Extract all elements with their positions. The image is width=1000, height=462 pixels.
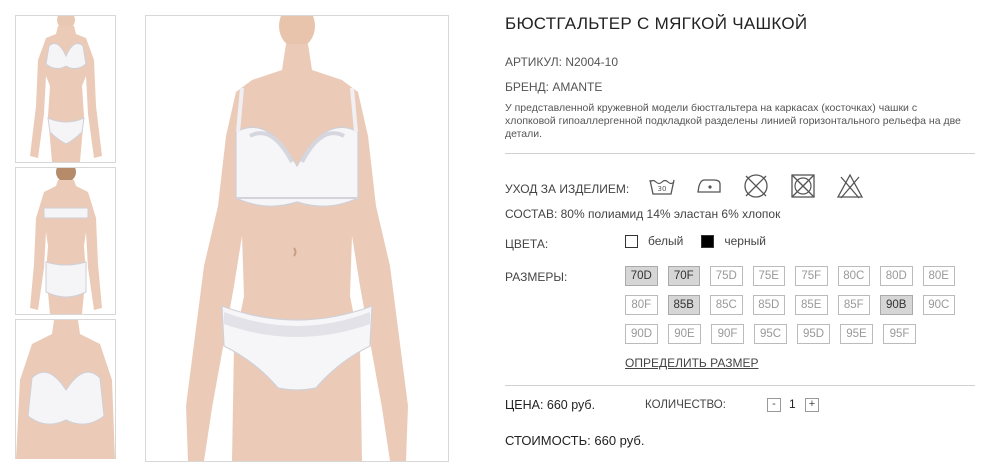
size-option-75D[interactable]: 75D bbox=[710, 266, 743, 286]
composition: СОСТАВ: 80% полиамид 14% эластан 6% хлоп… bbox=[505, 207, 781, 221]
divider bbox=[505, 385, 975, 386]
quantity-value[interactable]: 1 bbox=[789, 397, 796, 411]
color-options: белый черный bbox=[625, 234, 784, 248]
care-icons: 30 bbox=[648, 172, 883, 200]
size-option-95F[interactable]: 95F bbox=[883, 324, 916, 344]
care-label: УХОД ЗА ИЗДЕЛИЕМ: bbox=[505, 182, 630, 196]
size-option-80D[interactable]: 80D bbox=[880, 266, 913, 286]
size-option-75E[interactable]: 75E bbox=[752, 266, 785, 286]
size-option-95C[interactable]: 95C bbox=[754, 324, 787, 344]
no-bleach-icon bbox=[836, 172, 864, 200]
no-tumble-dry-icon bbox=[789, 172, 817, 200]
product-brand: БРЕНД: AMANTE bbox=[505, 80, 603, 94]
color-option-white[interactable]: белый bbox=[625, 234, 683, 248]
size-row: 70D 70F 75D 75E 75F 80C 80D 80E bbox=[625, 266, 965, 287]
size-option-70F[interactable]: 70F bbox=[667, 266, 700, 286]
color-option-black[interactable]: черный bbox=[701, 234, 766, 248]
size-option-80F[interactable]: 80F bbox=[625, 295, 658, 315]
thumbnail-back[interactable] bbox=[15, 167, 116, 315]
product-description: У представленной кружевной модели бюстга… bbox=[505, 102, 961, 140]
color-label-black: черный bbox=[724, 234, 766, 248]
thumbnail-front[interactable] bbox=[15, 15, 116, 163]
main-product-photo bbox=[145, 15, 449, 462]
photo-front-thumb bbox=[16, 16, 115, 162]
size-option-90E[interactable]: 90E bbox=[668, 324, 701, 344]
size-guide-link[interactable]: ОПРЕДЕЛИТЬ РАЗМЕР bbox=[625, 356, 758, 370]
size-option-85B[interactable]: 85B bbox=[667, 295, 700, 315]
color-swatch-white[interactable] bbox=[625, 234, 638, 248]
size-option-90D[interactable]: 90D bbox=[625, 324, 658, 344]
size-option-85E[interactable]: 85E bbox=[795, 295, 828, 315]
size-row: 90D 90E 90F 95C 95D 95E 95F bbox=[625, 324, 965, 345]
colors-label: ЦВЕТА: bbox=[505, 237, 549, 251]
quantity-decrease-button[interactable]: - bbox=[767, 398, 781, 412]
divider bbox=[505, 153, 975, 154]
color-swatch-black[interactable] bbox=[701, 234, 715, 248]
size-grid: 70D 70F 75D 75E 75F 80C 80D 80E 80F 85B … bbox=[625, 266, 965, 353]
thumbnail-closeup[interactable] bbox=[15, 319, 116, 459]
size-option-90F[interactable]: 90F bbox=[711, 324, 744, 344]
photo-back-thumb bbox=[16, 168, 115, 314]
product-article: АРТИКУЛ: N2004-10 bbox=[505, 55, 619, 69]
sizes-label: РАЗМЕРЫ: bbox=[505, 270, 568, 284]
size-option-85D[interactable]: 85D bbox=[752, 295, 785, 315]
no-dry-clean-icon bbox=[742, 172, 770, 200]
size-option-85C[interactable]: 85C bbox=[710, 295, 743, 315]
svg-text:30: 30 bbox=[658, 185, 667, 193]
size-option-90B[interactable]: 90B bbox=[880, 295, 913, 315]
color-label-white: белый bbox=[648, 234, 684, 248]
iron-low-icon bbox=[695, 172, 723, 200]
price-label: ЦЕНА: 660 руб. bbox=[505, 398, 596, 412]
model-photo bbox=[146, 16, 448, 461]
product-title: БЮСТГАЛЬТЕР С МЯГКОЙ ЧАШКОЙ bbox=[505, 14, 808, 33]
photo-closeup-thumb bbox=[16, 320, 115, 459]
size-option-80E[interactable]: 80E bbox=[922, 266, 955, 286]
size-option-95D[interactable]: 95D bbox=[797, 324, 830, 344]
wash-30-icon: 30 bbox=[648, 172, 676, 200]
size-option-80C[interactable]: 80C bbox=[837, 266, 870, 286]
quantity-increase-button[interactable]: + bbox=[805, 398, 819, 412]
total-cost: СТОИМОСТЬ: 660 руб. bbox=[505, 433, 645, 448]
quantity-label: КОЛИЧЕСТВО: bbox=[645, 399, 726, 411]
size-option-75F[interactable]: 75F bbox=[795, 266, 828, 286]
size-option-85F[interactable]: 85F bbox=[837, 295, 870, 315]
size-option-70D[interactable]: 70D bbox=[625, 266, 658, 286]
size-row: 80F 85B 85C 85D 85E 85F 90B 90C bbox=[625, 295, 965, 316]
size-option-90C[interactable]: 90C bbox=[922, 295, 955, 315]
size-option-95E[interactable]: 95E bbox=[840, 324, 873, 344]
